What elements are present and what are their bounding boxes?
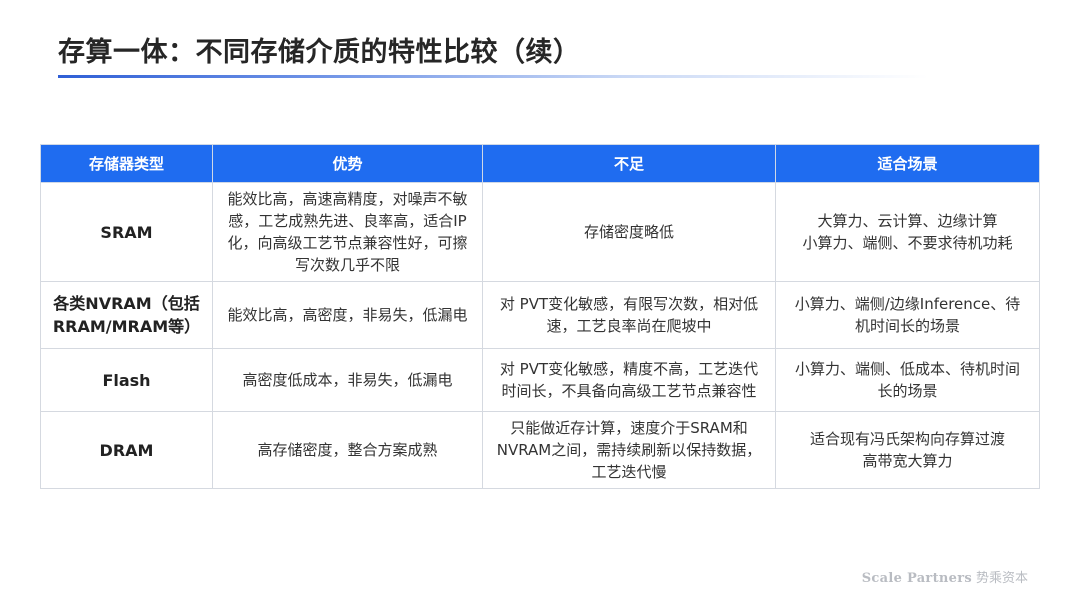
header-scenario: 适合场景: [775, 144, 1040, 183]
cell-line: 小算力、端侧、低成本、待机时间: [794, 360, 1020, 378]
advantage-cell: 能效比高，高速高精度，对噪声不敏 感，工艺成熟先进、良率高，适合IP 化，向高级…: [212, 182, 483, 282]
header-memory-type: 存储器类型: [40, 144, 213, 183]
header-shortcoming: 不足: [482, 144, 776, 183]
table-header-row: 存储器类型 优势 不足 适合场景: [40, 144, 1040, 183]
advantage-cell: 高存储密度，整合方案成熟: [212, 411, 483, 489]
cell-line: 只能做近存计算，速度介于SRAM和: [510, 419, 748, 437]
memory-type-cell: SRAM: [40, 182, 213, 282]
slide-title: 存算一体：不同存储介质的特性比较（续）: [58, 37, 581, 68]
title-underline: [58, 75, 928, 78]
cell-line: 速，工艺良率尚在爬坡中: [546, 317, 712, 335]
cell-line: 化，向高级工艺节点兼容性好，可擦: [227, 234, 468, 252]
shortcoming-cell: 存储密度略低: [482, 182, 776, 282]
table-row: DRAM 高存储密度，整合方案成熟 只能做近存计算，速度介于SRAM和 NVRA…: [40, 411, 1040, 489]
table-row: Flash 高密度低成本，非易失，低漏电 对 PVT变化敏感，精度不高，工艺迭代…: [40, 348, 1040, 412]
cell-line: 感，工艺成熟先进、良率高，适合IP: [228, 212, 467, 230]
cell-line: 能效比高，高速高精度，对噪声不敏: [227, 190, 468, 208]
header-advantage: 优势: [212, 144, 483, 183]
shortcoming-cell: 对 PVT变化敏感，精度不高，工艺迭代 时间长，不具备向高级工艺节点兼容性: [482, 348, 776, 412]
cell-line: NVRAM之间，需持续刷新以保持数据，: [496, 441, 762, 459]
advantage-cell: 能效比高，高密度，非易失，低漏电: [212, 281, 483, 349]
cell-line: 高带宽大算力: [862, 452, 953, 470]
cell-line: 工艺迭代慢: [591, 463, 667, 481]
cell-line: 时间长，不具备向高级工艺节点兼容性: [501, 382, 757, 400]
cell-line: 大算力、云计算、边缘计算: [817, 212, 998, 230]
brand-footer: Scale Partners 势乘资本: [862, 567, 1028, 586]
cell-line: 高存储密度，整合方案成熟: [257, 441, 438, 459]
shortcoming-cell: 只能做近存计算，速度介于SRAM和 NVRAM之间，需持续刷新以保持数据， 工艺…: [482, 411, 776, 489]
cell-line: 小算力、端侧、不要求待机功耗: [802, 234, 1013, 252]
cell-line: 存储密度略低: [583, 223, 674, 241]
comparison-table: 存储器类型 优势 不足 适合场景 SRAM 能效比高，高速高精度，对噪声不敏 感…: [40, 144, 1040, 489]
cell-line: 高密度低成本，非易失，低漏电: [242, 371, 453, 389]
scenario-cell: 小算力、端侧、低成本、待机时间 长的场景: [775, 348, 1040, 412]
cell-line: 长的场景: [877, 382, 938, 400]
cell-line: 对 PVT变化敏感，精度不高，工艺迭代: [499, 360, 759, 378]
scenario-cell: 大算力、云计算、边缘计算 小算力、端侧、不要求待机功耗: [775, 182, 1040, 282]
cell-line: 能效比高，高密度，非易失，低漏电: [227, 306, 468, 324]
table-row: SRAM 能效比高，高速高精度，对噪声不敏 感，工艺成熟先进、良率高，适合IP …: [40, 182, 1040, 282]
scenario-cell: 小算力、端侧/边缘Inference、待 机时间长的场景: [775, 281, 1040, 349]
brand-name-en: Scale Partners: [861, 571, 972, 586]
cell-line: 小算力、端侧/边缘Inference、待: [794, 295, 1021, 313]
scenario-cell: 适合现有冯氏架构向存算过渡 高带宽大算力: [775, 411, 1040, 489]
memory-type-cell: 各类NVRAM（包括 RRAM/MRAM等）: [40, 281, 213, 349]
memory-type-cell: DRAM: [40, 411, 213, 489]
cell-line: Flash: [102, 370, 151, 390]
cell-line: SRAM: [100, 222, 153, 242]
table-row: 各类NVRAM（包括 RRAM/MRAM等） 能效比高，高密度，非易失，低漏电 …: [40, 281, 1040, 349]
cell-line: 各类NVRAM（包括: [53, 294, 200, 313]
cell-line: RRAM/MRAM等）: [52, 317, 201, 336]
cell-line: 对 PVT变化敏感，有限写次数，相对低: [499, 295, 759, 313]
cell-line: 机时间长的场景: [854, 317, 960, 335]
shortcoming-cell: 对 PVT变化敏感，有限写次数，相对低 速，工艺良率尚在爬坡中: [482, 281, 776, 349]
cell-line: 适合现有冯氏架构向存算过渡: [809, 430, 1005, 448]
brand-name-cn: 势乘资本: [975, 571, 1028, 586]
memory-type-cell: Flash: [40, 348, 213, 412]
cell-line: DRAM: [99, 440, 154, 460]
advantage-cell: 高密度低成本，非易失，低漏电: [212, 348, 483, 412]
cell-line: 写次数几乎不限: [294, 256, 400, 274]
